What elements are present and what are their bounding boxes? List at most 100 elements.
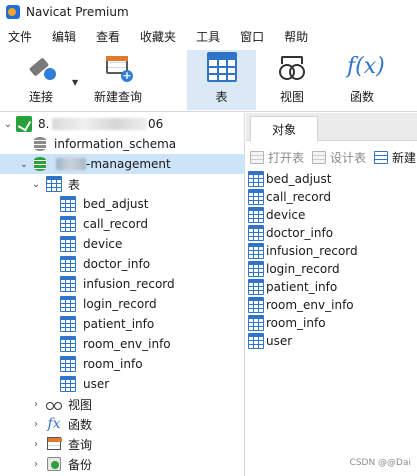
tree-table-item[interactable]: room_env_info xyxy=(0,334,245,354)
group-label: 备份 xyxy=(68,457,93,472)
new-table-icon xyxy=(374,150,389,164)
new-query-icon: + xyxy=(103,52,133,82)
object-table-item[interactable]: room_env_info xyxy=(246,296,417,314)
table-icon xyxy=(206,52,237,82)
plug-connect-icon xyxy=(26,52,56,82)
tree-table-item[interactable]: infusion_record xyxy=(0,274,245,294)
design-table-label: 设计表 xyxy=(330,150,367,165)
menu-view[interactable]: 查看 xyxy=(88,28,132,45)
new-table-button[interactable]: 新建 xyxy=(374,149,416,166)
group-label: 表 xyxy=(68,177,81,192)
open-table-button[interactable]: 打开表 xyxy=(250,149,304,166)
table-icon xyxy=(60,256,76,272)
tree-group-queries[interactable]: › 查询 xyxy=(0,434,245,454)
tab-bar: 对象 xyxy=(246,113,417,141)
table-icon xyxy=(248,297,264,313)
table-icon xyxy=(60,336,76,352)
object-table-item[interactable]: infusion_record xyxy=(246,242,417,260)
tab-objects[interactable]: 对象 xyxy=(250,116,318,141)
connect-dropdown-icon[interactable]: ▼ xyxy=(72,78,78,87)
menu-window[interactable]: 窗口 xyxy=(232,28,276,45)
tree-table-item[interactable]: patient_info xyxy=(0,314,245,334)
menu-help[interactable]: 帮助 xyxy=(276,28,320,45)
design-table-icon xyxy=(312,150,327,164)
menu-edit[interactable]: 编辑 xyxy=(44,28,88,45)
table-name: doctor_info xyxy=(83,257,151,271)
tree-group-backups[interactable]: › 备份 xyxy=(0,454,245,474)
table-name: login_record xyxy=(83,297,157,311)
design-table-button[interactable]: 设计表 xyxy=(312,149,366,166)
redacted-db-prefix xyxy=(56,158,86,170)
object-table-item[interactable]: patient_info xyxy=(246,278,417,296)
open-table-label: 打开表 xyxy=(268,150,305,165)
chevron-right-icon[interactable]: › xyxy=(30,419,42,430)
tree-table-item[interactable]: user xyxy=(0,374,245,394)
table-icon xyxy=(60,376,76,392)
tree-table-item[interactable]: doctor_info xyxy=(0,254,245,274)
table-label: 表 xyxy=(215,90,228,104)
object-name: login_record xyxy=(266,262,340,276)
connect-button[interactable]: 连接 xyxy=(18,50,64,110)
database-open-icon xyxy=(33,156,47,172)
function-fx-icon: f(x) xyxy=(347,54,385,79)
object-name: patient_info xyxy=(266,280,338,294)
watermark: CSDN @@Dai xyxy=(349,458,411,468)
tree-table-item[interactable]: login_record xyxy=(0,294,245,314)
object-table-item[interactable]: user xyxy=(246,332,417,350)
table-icon xyxy=(248,333,264,349)
tree-connection[interactable]: ⌄ 8. 06 xyxy=(0,114,245,134)
table-icon xyxy=(60,276,76,292)
table-icon xyxy=(248,207,264,223)
title-bar: Navicat Premium xyxy=(0,0,417,24)
table-icon xyxy=(60,196,76,212)
object-name: infusion_record xyxy=(266,244,358,258)
connect-label: 连接 xyxy=(28,90,53,104)
object-table-item[interactable]: login_record xyxy=(246,260,417,278)
tree-group-functions[interactable]: › fx 函数 xyxy=(0,414,245,434)
tree-table-item[interactable]: call_record xyxy=(0,214,245,234)
tree-table-item[interactable]: room_info xyxy=(0,354,245,374)
group-label: 函数 xyxy=(68,417,93,432)
tree-group-tables[interactable]: ⌄ 表 xyxy=(0,174,245,194)
function-button[interactable]: f(x) 函数 xyxy=(332,50,392,110)
chevron-right-icon[interactable]: › xyxy=(30,399,42,410)
chevron-right-icon[interactable]: › xyxy=(30,439,42,450)
tree-table-item[interactable]: bed_adjust xyxy=(0,194,245,214)
menu-favorites[interactable]: 收藏夹 xyxy=(132,28,188,45)
object-table-item[interactable]: doctor_info xyxy=(246,224,417,242)
navicat-logo-icon xyxy=(6,5,20,19)
table-icon xyxy=(248,243,264,259)
table-icon xyxy=(248,261,264,277)
view-button[interactable]: 视图 xyxy=(262,50,322,110)
object-table-item[interactable]: call_record xyxy=(246,188,417,206)
tree-group-views[interactable]: › 视图 xyxy=(0,394,245,414)
view-glasses-icon xyxy=(277,52,307,82)
objects-panel: 对象 打开表 设计表 新建 bed_adjust call_record dev… xyxy=(246,113,417,476)
function-fx-icon: fx xyxy=(47,416,61,432)
menu-bar: 文件 编辑 查看 收藏夹 工具 窗口 帮助 xyxy=(0,24,417,48)
object-table-item[interactable]: bed_adjust xyxy=(246,170,417,188)
table-button[interactable]: 表 xyxy=(187,50,256,110)
chevron-down-icon[interactable]: ⌄ xyxy=(2,119,14,130)
table-icon xyxy=(60,216,76,232)
chevron-down-icon[interactable]: ⌄ xyxy=(30,179,42,190)
new-query-button[interactable]: + 新建查询 xyxy=(88,50,148,110)
chevron-right-icon[interactable]: › xyxy=(30,459,42,470)
main-toolbar: 连接 + 新建查询 表 视图 f(x) 函数 xyxy=(0,48,417,112)
table-icon xyxy=(248,189,264,205)
tree-db-information-schema[interactable]: information_schema xyxy=(0,134,245,154)
table-name: room_info xyxy=(83,357,143,371)
table-icon xyxy=(248,225,264,241)
object-table-item[interactable]: room_info xyxy=(246,314,417,332)
object-table-item[interactable]: device xyxy=(246,206,417,224)
table-name: patient_info xyxy=(83,317,155,331)
new-table-label: 新建 xyxy=(392,150,417,165)
tree-table-item[interactable]: device xyxy=(0,234,245,254)
view-label: 视图 xyxy=(279,90,304,104)
function-label: 函数 xyxy=(349,90,374,104)
table-name: user xyxy=(83,377,110,391)
menu-tools[interactable]: 工具 xyxy=(188,28,232,45)
chevron-down-icon[interactable]: ⌄ xyxy=(18,159,30,170)
menu-file[interactable]: 文件 xyxy=(0,28,44,45)
tree-db-management[interactable]: ⌄ -management xyxy=(0,154,245,174)
